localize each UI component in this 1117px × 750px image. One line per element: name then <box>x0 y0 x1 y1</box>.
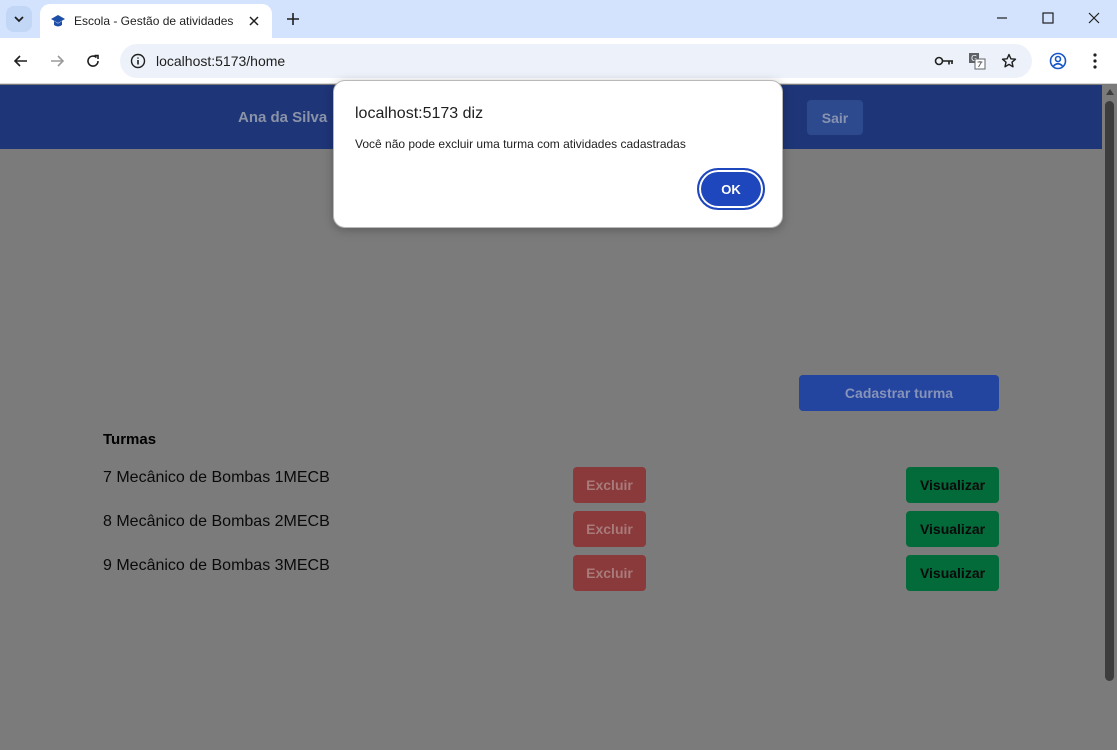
view-class-button[interactable]: Visualizar <box>906 467 999 503</box>
site-info-icon[interactable] <box>128 51 148 71</box>
new-tab-button[interactable] <box>282 8 304 30</box>
browser-menu-button[interactable] <box>1081 47 1109 75</box>
browser-tab[interactable]: Escola - Gestão de atividades <box>40 4 272 38</box>
scroll-thumb[interactable] <box>1105 101 1114 681</box>
translate-icon[interactable]: G <box>967 51 987 71</box>
view-class-button[interactable]: Visualizar <box>906 555 999 591</box>
forward-button[interactable] <box>43 47 71 75</box>
browser-toolbar: localhost:5173/home G <box>0 38 1117 84</box>
tab-strip: Escola - Gestão de atividades <box>0 0 1117 38</box>
password-key-icon[interactable] <box>934 51 954 71</box>
logout-button[interactable]: Sair <box>807 100 863 135</box>
tab-close-button[interactable] <box>246 13 262 29</box>
back-button[interactable] <box>7 47 35 75</box>
reload-button[interactable] <box>79 47 107 75</box>
delete-class-button[interactable]: Excluir <box>573 467 646 503</box>
class-name: 9 Mecânico de Bombas 3MECB <box>103 557 330 574</box>
scroll-up-arrow-icon[interactable] <box>1105 87 1114 97</box>
class-name: 7 Mecânico de Bombas 1MECB <box>103 469 330 486</box>
bookmark-star-icon[interactable] <box>999 51 1019 71</box>
section-title: Turmas <box>103 431 157 448</box>
maximize-button[interactable] <box>1025 4 1071 32</box>
close-window-button[interactable] <box>1071 4 1117 32</box>
close-icon <box>1088 12 1100 24</box>
dialog-title: localhost:5173 diz <box>355 105 484 122</box>
delete-class-button[interactable]: Excluir <box>573 555 646 591</box>
plus-icon <box>287 13 299 25</box>
maximize-icon <box>1042 12 1054 24</box>
profile-icon <box>1049 52 1067 70</box>
profile-button[interactable] <box>1044 47 1072 75</box>
address-bar[interactable]: localhost:5173/home G <box>120 44 1032 78</box>
page-scrollbar[interactable] <box>1102 85 1117 750</box>
register-class-button[interactable]: Cadastrar turma <box>799 375 999 411</box>
tab-search-button[interactable] <box>6 6 32 32</box>
ok-button[interactable]: OK <box>697 168 765 210</box>
arrow-right-icon <box>51 55 65 67</box>
view-class-button[interactable]: Visualizar <box>906 511 999 547</box>
class-row: 7 Mecânico de Bombas 1MECB Excluir Visua… <box>103 467 999 503</box>
class-row: 9 Mecânico de Bombas 3MECB Excluir Visua… <box>103 555 999 591</box>
tab-title: Escola - Gestão de atividades <box>74 14 234 28</box>
dialog-message: Você não pode excluir uma turma com ativ… <box>355 137 686 151</box>
delete-class-button[interactable]: Excluir <box>573 511 646 547</box>
graduation-cap-icon <box>51 15 65 27</box>
alert-dialog: localhost:5173 diz Você não pode excluir… <box>333 80 783 228</box>
chevron-down-icon <box>14 16 24 23</box>
more-vertical-icon <box>1093 53 1097 69</box>
class-row: 8 Mecânico de Bombas 2MECB Excluir Visua… <box>103 511 999 547</box>
close-icon <box>249 16 259 26</box>
arrow-left-icon <box>13 55 27 67</box>
minimize-icon <box>997 17 1007 19</box>
class-name: 8 Mecânico de Bombas 2MECB <box>103 513 330 530</box>
minimize-button[interactable] <box>979 4 1025 32</box>
url-text[interactable]: localhost:5173/home <box>156 53 285 69</box>
reload-icon <box>87 54 99 67</box>
user-name: Ana da Silva <box>238 109 328 126</box>
